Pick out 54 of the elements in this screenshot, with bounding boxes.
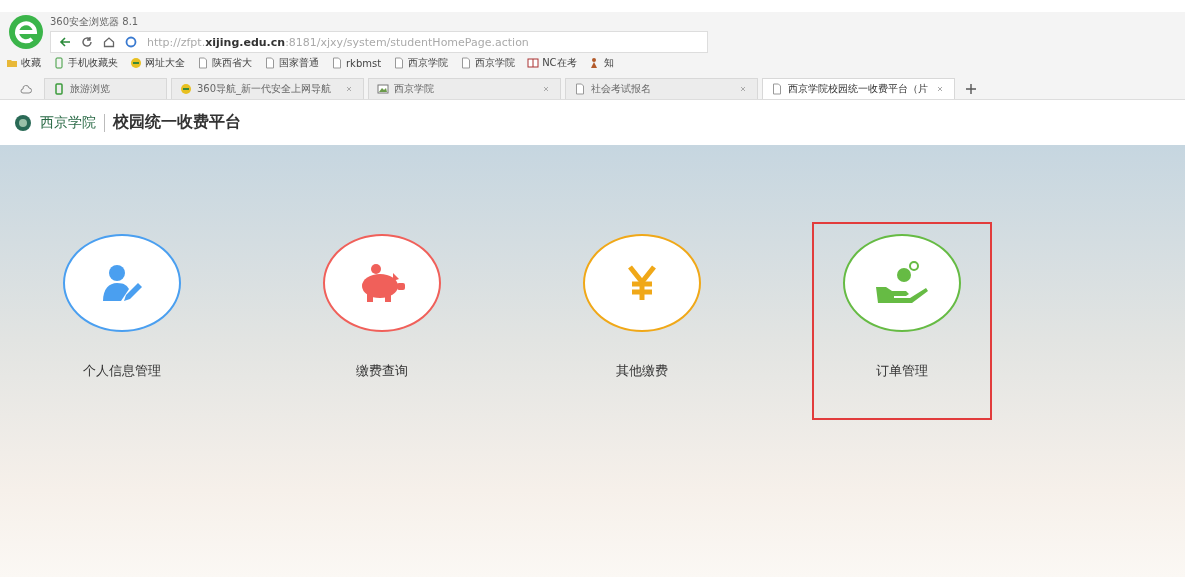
module-label: 个人信息管理 (83, 362, 161, 380)
module-tile[interactable]: 其他缴费 (552, 222, 732, 420)
tab-label: 旅游浏览 (70, 82, 111, 96)
page-icon (264, 57, 276, 69)
phone-icon (53, 83, 65, 95)
phone-icon (53, 57, 65, 69)
image-icon (377, 83, 389, 95)
tab-label: 西京学院 (394, 82, 435, 96)
tab-label: 西京学院校园统一收费平台（片 (788, 82, 929, 96)
refresh-icon[interactable] (81, 36, 93, 48)
browser-tab[interactable]: 西京学院 (368, 78, 561, 99)
browser-tab[interactable]: 西京学院校园统一收费平台（片 (762, 78, 955, 99)
bookmark[interactable]: 手机收藏夹 (53, 56, 118, 70)
cloud-icon[interactable] (20, 83, 32, 95)
user-edit-icon (100, 263, 144, 303)
tab-label: 360导航_新一代安全上网导航 (197, 82, 333, 96)
bookmark[interactable]: 陕西省大 (197, 56, 252, 70)
address-bar[interactable]: http://zfpt.xijing.edu.cn:8181/xjxy/system/studentHomePage.action (50, 31, 708, 53)
bookmark[interactable]: 网址大全 (130, 56, 185, 70)
back-icon[interactable] (59, 36, 71, 48)
coin-hand-icon (874, 261, 930, 305)
home-icon[interactable] (103, 36, 115, 48)
bookmark[interactable]: 收藏 (6, 56, 41, 70)
page-icon (331, 57, 343, 69)
bookmark[interactable]: 国家普通 (264, 56, 319, 70)
browser-tab[interactable]: 旅游浏览 (44, 78, 167, 99)
bookmark[interactable]: NC在考 (527, 56, 577, 70)
page-icon (771, 83, 783, 95)
bookmark[interactable]: 西京学院 (460, 56, 516, 70)
bookmark[interactable]: 知 (588, 56, 614, 70)
new-tab-icon[interactable] (965, 83, 977, 95)
tab-label: 社会考试报名 (591, 82, 652, 96)
bookmark[interactable]: 西京学院 (393, 56, 449, 70)
page-icon (393, 57, 406, 69)
window-title: 360安全浏览器 8.1 (50, 15, 140, 29)
bookmark[interactable]: rkbmst (331, 57, 382, 69)
url-text: http://zfpt.xijing.edu.cn:8181/xjxy/system/studentHomePage.action (147, 35, 529, 49)
browser-tab[interactable]: 社会考试报名 (565, 78, 758, 99)
browser-tab[interactable]: 360导航_新一代安全上网导航 (171, 78, 364, 99)
module-tile[interactable]: 个人信息管理 (32, 222, 212, 420)
module-label: 其他缴费 (616, 362, 668, 380)
module-label: 订单管理 (876, 362, 928, 380)
yen-icon (627, 265, 657, 301)
book-icon (527, 57, 540, 69)
page-icon (574, 83, 586, 95)
logo-text: 西京学院 (40, 113, 105, 132)
page-icon (460, 57, 473, 69)
emblem-icon (14, 113, 32, 132)
module-tile[interactable]: 缴费查询 (292, 222, 472, 420)
site-title: 校园统一收费平台 (113, 112, 241, 133)
page-icon (197, 57, 209, 69)
module-tile[interactable]: 订单管理 (812, 222, 992, 420)
folder-icon (6, 57, 18, 69)
module-label: 缴费查询 (356, 362, 408, 380)
